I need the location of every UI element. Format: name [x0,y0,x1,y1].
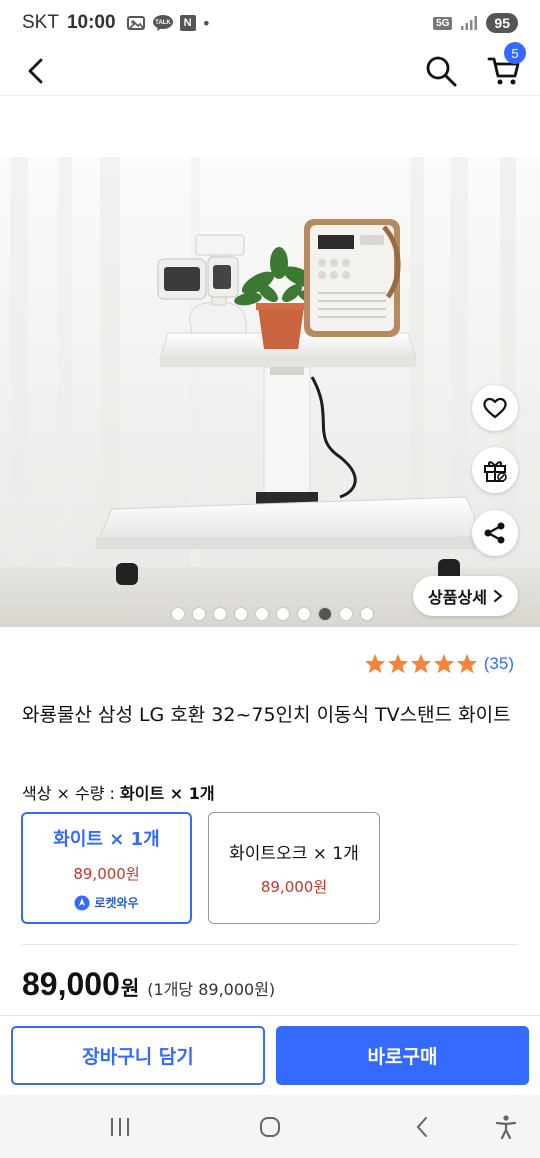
system-status: 5G 95 [433,13,518,33]
home-icon [260,1117,280,1137]
share-icon [484,522,505,544]
rocket-wow-badge: 로켓와우 [74,894,139,911]
gift-button[interactable] [472,447,518,493]
price-amount: 89,000 [22,966,120,1002]
buy-now-button[interactable]: 바로구매 [276,1026,529,1085]
product-title: 와룡물산 삼성 LG 호환 32~75인치 이동식 TV스탠드 화이트 [22,704,511,726]
cart-count-badge: 5 [504,42,526,64]
option-label-selected: 화이트 × 1개 [120,784,215,803]
wishlist-button[interactable] [472,385,518,431]
star-icon [456,653,477,674]
unit-price: (1개당 89,000원) [147,980,276,999]
search-icon [426,56,457,87]
chevron-right-icon [493,590,503,602]
review-count[interactable]: (35) [484,654,514,674]
battery-indicator: 95 [486,13,518,33]
option-name: 화이트 × 1개 [53,829,160,850]
add-to-cart-button[interactable]: 장바구니 담기 [11,1026,265,1085]
option-label-prefix: 색상 × 수량 : [22,784,121,803]
gift-icon [484,461,507,482]
system-back-button[interactable] [402,1109,442,1145]
option-price: 89,000원 [260,878,328,896]
nav-back-icon [416,1117,427,1137]
section-divider [22,944,518,945]
share-button[interactable] [472,510,518,556]
price-currency: 원 [120,976,140,1000]
cart-button[interactable]: 5 [482,42,526,92]
svg-text:TALK: TALK [155,20,171,26]
star-icon [410,653,431,674]
talk-icon: TALK [152,15,173,31]
gallery-dot[interactable] [360,608,373,620]
gallery-dot[interactable] [297,608,310,620]
gallery-dot[interactable] [234,608,247,620]
gallery-dot[interactable] [318,608,331,620]
signal-icon [461,16,478,30]
accessibility-icon [495,1115,517,1140]
star-icon [433,653,454,674]
rating-stars [364,653,478,674]
product-detail-label: 상품상세 [428,588,487,607]
product-photo [0,97,540,627]
product-rating[interactable]: (35) [364,653,514,674]
gallery-dot[interactable] [339,608,352,620]
rocket-wow-label: 로켓와우 [94,896,139,910]
gallery-dot[interactable] [192,608,205,620]
recent-apps-button[interactable] [100,1109,140,1145]
recent-apps-icon [111,1118,129,1136]
naver-icon: N [179,15,196,31]
image-icon [126,16,145,30]
option-white[interactable]: 화이트 × 1개 89,000원 로켓와우 [21,812,192,924]
network-label: 5G [433,16,453,30]
option-price: 89,000원 [73,865,140,883]
total-price: 89,000 원 (1개당 89,000원) [22,966,275,1003]
status-time: 10:00 [66,12,116,33]
purchase-action-bar: 장바구니 담기 바로구매 [0,1015,540,1095]
carrier-label: SKT [22,12,59,33]
star-icon [387,653,408,674]
option-label: 색상 × 수량 : 화이트 × 1개 [22,780,215,804]
heart-icon [483,397,507,419]
search-button[interactable] [420,50,462,92]
status-bar: SKT 10:00 TALK N • 5G 95 [0,0,540,46]
more-notifications-dot: • [201,13,211,33]
gallery-dot[interactable] [171,608,184,620]
star-icon [364,653,385,674]
app-header: 5 [0,42,540,96]
system-navigation-bar [0,1095,540,1158]
gallery-dot[interactable] [255,608,268,620]
back-arrow-icon [28,58,43,84]
home-button[interactable] [250,1109,290,1145]
accessibility-button[interactable] [486,1109,526,1145]
gallery-pagination[interactable] [0,608,540,620]
gallery-dot[interactable] [213,608,226,620]
rocket-icon [74,895,90,910]
product-image-gallery[interactable] [0,97,540,627]
gallery-dot[interactable] [276,608,289,620]
option-name: 화이트오크 × 1개 [229,844,359,864]
notification-icons: TALK N • [126,14,211,33]
back-button[interactable] [18,52,54,90]
option-white-oak[interactable]: 화이트오크 × 1개 89,000원 [208,812,380,924]
